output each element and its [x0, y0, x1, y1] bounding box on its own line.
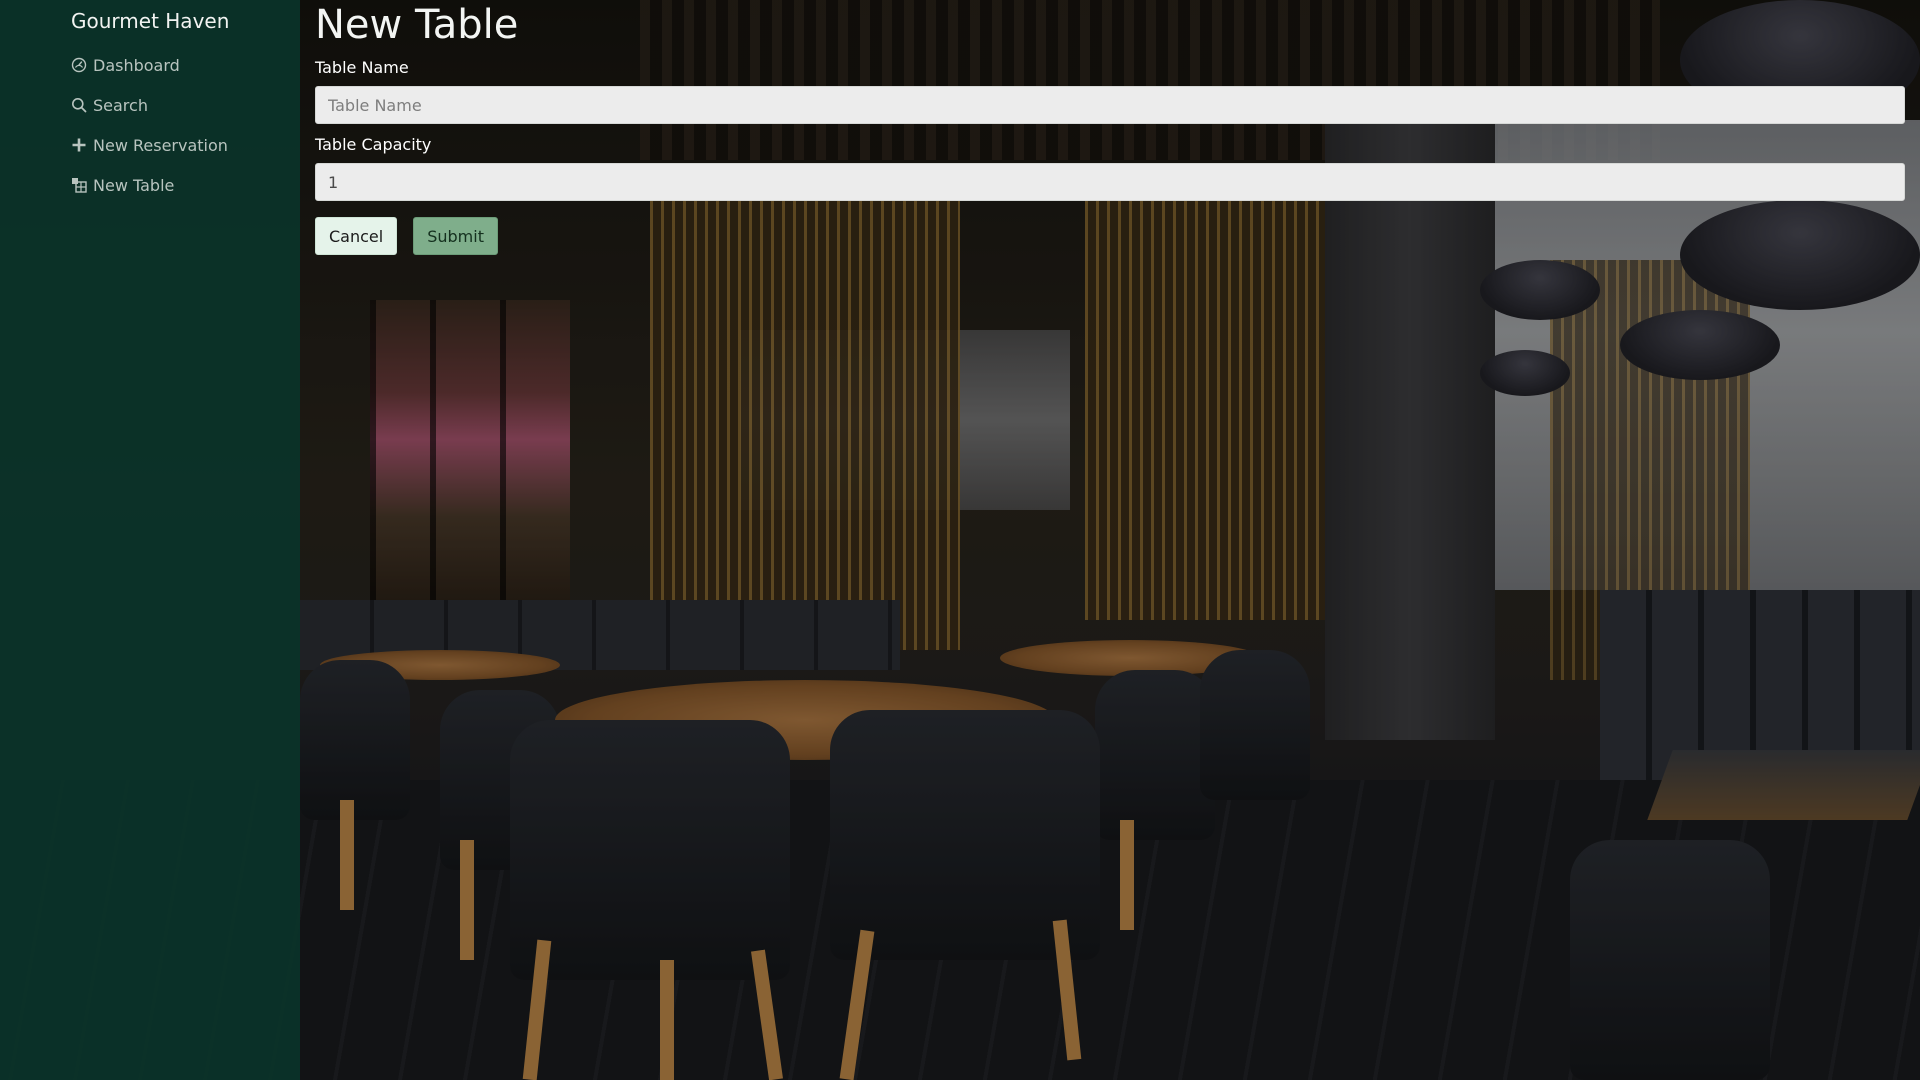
submit-button[interactable]: Submit [413, 217, 498, 255]
table-icon [71, 177, 87, 193]
cancel-button[interactable]: Cancel [315, 217, 398, 255]
sidebar-item-label: New Table [93, 175, 175, 195]
search-icon [71, 97, 87, 113]
sidebar-item-label: Search [93, 95, 148, 115]
sidebar-item-label: New Reservation [93, 135, 228, 155]
table-name-label: Table Name [315, 58, 409, 77]
form-actions: Cancel Submit [315, 217, 1905, 255]
brand-title: Gourmet Haven [71, 9, 230, 33]
sidebar: Gourmet Haven Dashboard Search New Reser… [0, 0, 300, 1080]
sidebar-item-label: Dashboard [93, 55, 180, 75]
page-title: New Table [315, 2, 519, 48]
dashboard-icon [71, 57, 87, 73]
sidebar-item-new-table[interactable]: New Table [71, 165, 300, 205]
sidebar-item-search[interactable]: Search [71, 85, 300, 125]
sidebar-item-dashboard[interactable]: Dashboard [71, 45, 300, 85]
new-table-form: New Table Table Name Table Capacity Canc… [315, 0, 1905, 255]
table-capacity-label: Table Capacity [315, 135, 432, 154]
table-name-input[interactable] [315, 86, 1905, 124]
sidebar-item-new-reservation[interactable]: New Reservation [71, 125, 300, 165]
table-capacity-input[interactable] [315, 163, 1905, 201]
plus-icon [71, 137, 87, 153]
app-window: Gourmet Haven Dashboard Search New Reser… [0, 0, 1920, 1080]
